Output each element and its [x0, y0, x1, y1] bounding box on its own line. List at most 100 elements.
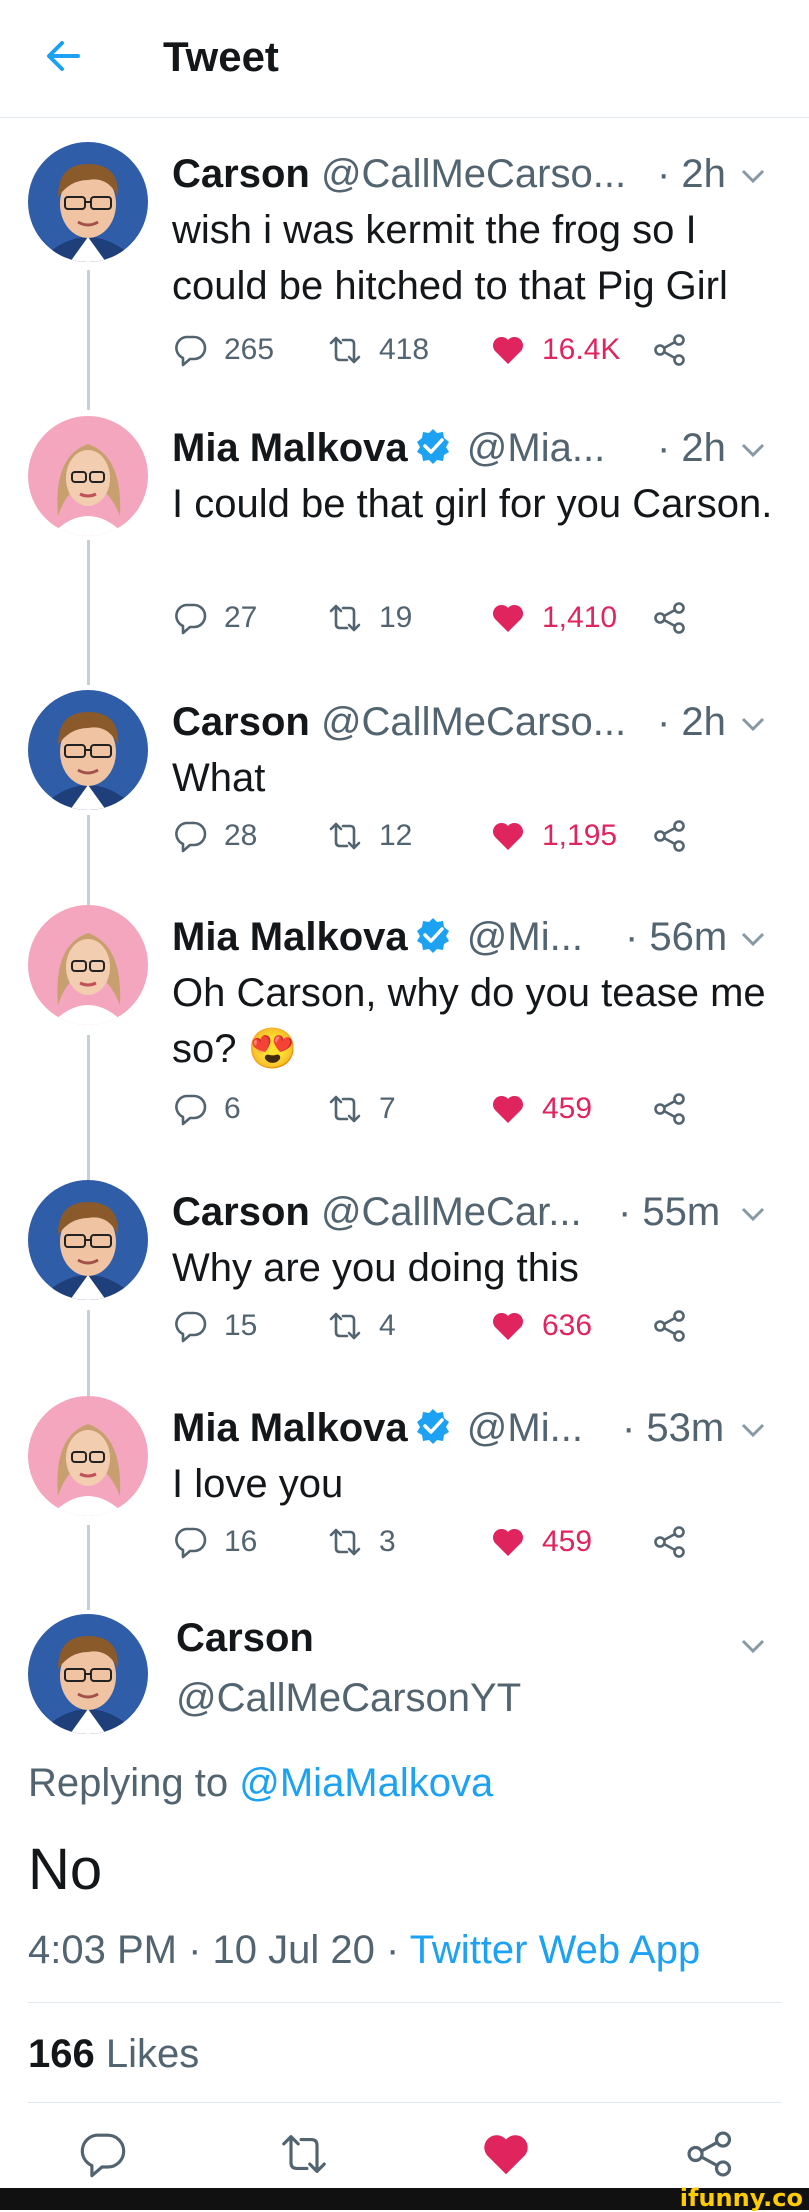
thread-tweet[interactable]: Carson @CallMeCar... · 55m Why are you d… — [0, 1180, 809, 1380]
like-button[interactable]: 636 — [490, 1302, 592, 1350]
thread-tweet[interactable]: Carson @CallMeCarso... · 2h What 28 12 1… — [0, 690, 809, 890]
author-handle[interactable]: @Mia... — [467, 426, 605, 470]
like-button[interactable]: 16.4K — [490, 326, 620, 374]
author-name[interactable]: Mia Malkova — [172, 915, 408, 959]
retweet-button[interactable]: 4 — [327, 1302, 396, 1350]
author-name[interactable]: Carson — [172, 1190, 310, 1234]
like-button[interactable]: 459 — [490, 1518, 592, 1566]
reply-count: 265 — [224, 333, 275, 366]
chevron-down-icon[interactable] — [737, 923, 769, 955]
share-icon — [654, 1093, 685, 1125]
author-name[interactable]: Carson — [172, 152, 310, 196]
share-button[interactable] — [652, 594, 688, 642]
chevron-down-icon[interactable] — [737, 1414, 769, 1446]
tweet-actions: 15 4 636 — [172, 1302, 712, 1350]
retweet-button[interactable]: 12 — [327, 812, 412, 860]
author-name[interactable]: Carson — [172, 700, 310, 744]
timestamp[interactable]: 4:03 PM · 10 Jul 20 · — [28, 1928, 410, 1972]
likes-total: 166 — [28, 2032, 95, 2076]
likes-label: Likes — [105, 2032, 200, 2076]
like-count: 1,410 — [542, 601, 618, 634]
replying-to: Replying to @MiaMalkova — [28, 1755, 493, 1811]
retweet-count: 12 — [379, 819, 413, 852]
retweet-button[interactable]: 418 — [327, 326, 429, 374]
thread-tweet[interactable]: Mia Malkova @Mi... · 56m Oh Carson, why … — [0, 905, 809, 1155]
avatar-mia[interactable] — [28, 905, 148, 1025]
retweet-count: 3 — [379, 1525, 396, 1558]
author-handle[interactable]: @CallMeCarsonYT — [176, 1670, 521, 1726]
share-button[interactable] — [652, 1518, 688, 1566]
chevron-down-icon[interactable] — [737, 160, 769, 192]
avatar-carson[interactable] — [28, 690, 148, 810]
like-button[interactable]: 1,410 — [490, 594, 617, 642]
reply-button[interactable]: 27 — [172, 594, 257, 642]
reply-button[interactable] — [76, 2128, 128, 2180]
thread-tweet[interactable]: Mia Malkova @Mi... · 53m I love you 16 3… — [0, 1396, 809, 1596]
chevron-down-icon[interactable] — [737, 1630, 769, 1662]
tweet-actions: 28 12 1,195 — [172, 812, 712, 860]
avatar-carson[interactable] — [28, 142, 148, 262]
reply-button[interactable]: 28 — [172, 812, 257, 860]
avatar-mia[interactable] — [28, 1396, 148, 1516]
reply-button[interactable]: 15 — [172, 1302, 257, 1350]
tweet-time[interactable]: · 2h — [657, 146, 726, 202]
tweet-text: wish i was kermit the frog so I could be… — [172, 208, 728, 308]
replying-to-link[interactable]: @MiaMalkova — [239, 1761, 493, 1805]
tweet-text: Why are you doing this — [172, 1246, 579, 1290]
tweet-time[interactable]: · 53m — [622, 1400, 724, 1456]
author-handle[interactable]: @CallMeCarso... — [321, 152, 626, 196]
like-button[interactable]: 1,195 — [490, 812, 617, 860]
author-name[interactable]: Carson — [176, 1610, 314, 1666]
tweet-time[interactable]: · 2h — [657, 420, 726, 476]
like-button[interactable] — [480, 2128, 532, 2180]
retweet-icon — [329, 1528, 361, 1556]
like-button[interactable]: 459 — [490, 1085, 592, 1133]
author-handle[interactable]: @Mi... — [467, 915, 583, 959]
share-button[interactable] — [652, 1085, 688, 1133]
retweet-icon — [282, 2135, 326, 2173]
retweet-button[interactable]: 19 — [327, 594, 412, 642]
reply-icon — [175, 335, 207, 367]
verified-badge-icon — [414, 1407, 452, 1445]
share-button[interactable] — [652, 326, 688, 374]
avatar-carson[interactable] — [28, 1180, 148, 1300]
author-handle[interactable]: @Mi... — [467, 1406, 583, 1450]
share-icon — [687, 2131, 732, 2177]
author-name[interactable]: Mia Malkova — [172, 1406, 408, 1450]
share-button[interactable] — [652, 812, 688, 860]
reply-button[interactable]: 16 — [172, 1518, 257, 1566]
likes-count-link[interactable]: 166 Likes — [28, 2026, 199, 2082]
back-arrow-icon[interactable] — [42, 34, 86, 78]
reply-count: 15 — [224, 1309, 258, 1342]
avatar-carson[interactable] — [28, 1614, 148, 1734]
author-handle[interactable]: @CallMeCar... — [321, 1190, 582, 1234]
reply-button[interactable]: 265 — [172, 326, 274, 374]
share-icon — [654, 1526, 685, 1558]
author-name[interactable]: Mia Malkova — [172, 426, 408, 470]
ifunny-watermark: ifunny.co — [679, 2184, 803, 2212]
retweet-button[interactable] — [278, 2128, 330, 2180]
thread-tweet[interactable]: Mia Malkova @Mia... · 2h I could be that… — [0, 416, 809, 666]
share-button[interactable] — [684, 2128, 736, 2180]
retweet-button[interactable]: 3 — [327, 1518, 396, 1566]
tweet-time[interactable]: · 56m — [625, 909, 727, 965]
avatar-mia[interactable] — [28, 416, 148, 536]
heart-icon — [492, 822, 524, 850]
chevron-down-icon[interactable] — [737, 434, 769, 466]
retweet-button[interactable]: 7 — [327, 1085, 396, 1133]
page-title: Tweet — [163, 33, 279, 80]
tweet-time[interactable]: · 2h — [657, 694, 726, 750]
share-icon — [654, 820, 685, 852]
chevron-down-icon[interactable] — [737, 708, 769, 740]
author-handle[interactable]: @CallMeCarso... — [321, 700, 626, 744]
like-count: 1,195 — [542, 819, 618, 852]
chevron-down-icon[interactable] — [737, 1198, 769, 1230]
source-link[interactable]: Twitter Web App — [410, 1928, 701, 1972]
thread-tweet[interactable]: Carson @CallMeCarso... · 2h wish i was k… — [0, 142, 809, 392]
tweet-actions: 27 19 1,410 — [172, 594, 712, 642]
tweet-time[interactable]: · 55m — [618, 1184, 720, 1240]
reply-button[interactable]: 6 — [172, 1085, 241, 1133]
share-button[interactable] — [652, 1302, 688, 1350]
reply-count: 27 — [224, 601, 258, 634]
tweet-header: Mia Malkova @Mia... — [172, 420, 605, 476]
